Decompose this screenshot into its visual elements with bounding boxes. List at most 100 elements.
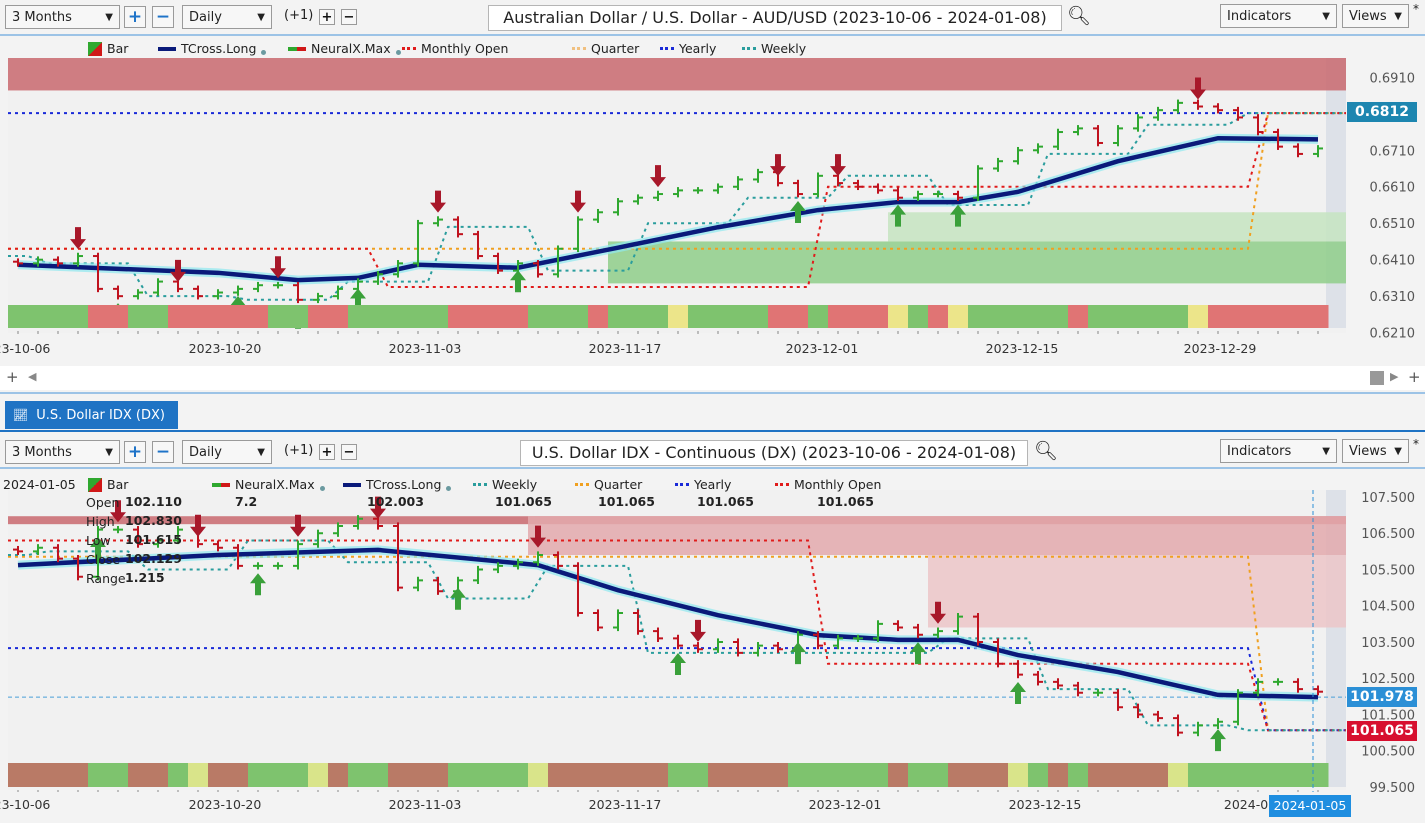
- chevron-down-icon: ▼: [1322, 445, 1330, 457]
- ohlc-label: Close: [86, 552, 121, 567]
- level-price-label: 101.065: [1347, 721, 1417, 741]
- zoom-in-button[interactable]: +: [124, 6, 146, 28]
- dash-swatch-icon: [660, 47, 674, 50]
- date-label: 2023-11-17: [588, 797, 662, 812]
- expand-icon[interactable]: +: [6, 368, 19, 386]
- settings-dot-icon[interactable]: [395, 50, 401, 55]
- scroll-thumb[interactable]: [1370, 371, 1384, 385]
- interval-select[interactable]: Daily ▼: [182, 440, 272, 464]
- settings-dot-icon[interactable]: [446, 486, 452, 491]
- legend-monthly: Monthly Open: [775, 477, 881, 492]
- regime-cell: [148, 305, 169, 328]
- price-tick: 0.6610: [1370, 181, 1416, 196]
- regime-cell: [228, 763, 249, 787]
- regime-cell: [748, 763, 769, 787]
- regime-cell: [48, 763, 69, 787]
- regime-cell: [248, 305, 269, 328]
- dash-swatch-icon: [675, 483, 689, 486]
- regime-cell: [708, 763, 729, 787]
- price-tick: 107.500: [1361, 491, 1415, 506]
- legend-tcross: TCross.Long: [343, 477, 452, 492]
- legend-label: Bar: [107, 477, 129, 492]
- price-tick: 105.500: [1361, 563, 1415, 578]
- regime-cell: [1228, 763, 1249, 787]
- regime-cell: [928, 763, 949, 787]
- zoom-out-button[interactable]: −: [152, 441, 174, 463]
- regime-cell: [348, 305, 369, 328]
- indicators-label: Indicators: [1227, 8, 1292, 24]
- regime-cell: [1028, 763, 1049, 787]
- offset-plus-button[interactable]: +: [319, 9, 335, 25]
- regime-cell: [728, 763, 749, 787]
- regime-cell: [448, 763, 469, 787]
- offset-plus-button[interactable]: +: [319, 444, 335, 460]
- zoom-in-button[interactable]: +: [124, 441, 146, 463]
- monthly-value: 101.065: [817, 494, 874, 509]
- symbol-title[interactable]: U.S. Dollar IDX - Continuous (DX) (2023-…: [520, 440, 1028, 466]
- horizontal-scrollbar[interactable]: + ◀ ▶ +: [0, 366, 1425, 390]
- regime-cell: [468, 763, 489, 787]
- price-tick: 0.6910: [1370, 71, 1416, 86]
- date-label: 2023-11-03: [388, 341, 462, 356]
- regime-cell: [1048, 763, 1069, 787]
- symbol-title[interactable]: Australian Dollar / U.S. Dollar - AUD/US…: [488, 5, 1062, 31]
- zoom-out-button[interactable]: −: [152, 6, 174, 28]
- settings-dot-icon[interactable]: [261, 50, 267, 55]
- regime-cell: [788, 305, 809, 328]
- regime-cell: [988, 763, 1009, 787]
- line-swatch-icon: [343, 482, 361, 487]
- regime-cell: [828, 305, 849, 328]
- views-dropdown[interactable]: Views ▼: [1342, 439, 1409, 463]
- legend-label: Quarter: [594, 477, 643, 492]
- date-label: 2023-12-01: [808, 797, 882, 812]
- regime-cell: [668, 763, 689, 787]
- settings-dot-icon[interactable]: [319, 486, 325, 491]
- regime-cell: [28, 305, 49, 328]
- regime-cell: [108, 305, 129, 328]
- pin-star[interactable]: *: [1413, 437, 1419, 451]
- range-select[interactable]: 3 Months ▼: [5, 440, 120, 464]
- audusd-chart[interactable]: 0.69100.68100.67100.66100.65100.64100.63…: [0, 58, 1425, 340]
- ohlc-label: Range: [86, 571, 126, 586]
- regime-cell: [688, 305, 709, 328]
- search-icon[interactable]: 🔍︎: [1067, 4, 1091, 27]
- regime-cell: [848, 305, 869, 328]
- regime-cell: [548, 305, 569, 328]
- interval-select[interactable]: Daily ▼: [182, 5, 272, 29]
- dx-chart[interactable]: 107.500 106.500 105.500 104.500 103.500 102.5…: [0, 490, 1425, 792]
- offset-minus-button[interactable]: −: [341, 9, 357, 25]
- offset-minus-button[interactable]: −: [341, 444, 357, 460]
- ohlc-label: High: [86, 514, 115, 529]
- regime-cell: [68, 763, 89, 787]
- chevron-down-icon: ▼: [1394, 10, 1402, 22]
- regime-cell: [1168, 305, 1189, 328]
- search-icon[interactable]: 🔍︎: [1034, 439, 1058, 462]
- regime-cell: [468, 305, 489, 328]
- regime-cell: [488, 763, 509, 787]
- regime-cell: [1068, 305, 1089, 328]
- tab-dx[interactable]: 📈︎ U.S. Dollar IDX (DX): [5, 401, 178, 429]
- cursor-date-label: 2024-01-05: [1269, 795, 1351, 817]
- price-tick: 104.500: [1361, 600, 1415, 615]
- regime-cell: [328, 305, 349, 328]
- indicators-dropdown[interactable]: Indicators ▼: [1220, 4, 1337, 28]
- price-tick: 103.500: [1361, 636, 1415, 651]
- dash-swatch-icon: [572, 47, 586, 50]
- ohlc-value: 102.129: [125, 551, 182, 566]
- pin-star[interactable]: *: [1413, 2, 1419, 16]
- legend-label: Bar: [107, 41, 129, 56]
- scroll-right-icon[interactable]: ▶: [1390, 370, 1398, 383]
- legend-label: Monthly Open: [421, 41, 509, 56]
- regime-cell: [1148, 305, 1169, 328]
- regime-cell: [348, 763, 369, 787]
- regime-cell: [1188, 305, 1209, 328]
- indicators-dropdown[interactable]: Indicators ▼: [1220, 439, 1337, 463]
- date-label: 2023-12-15: [985, 341, 1059, 356]
- regime-cell: [1088, 763, 1109, 787]
- regime-cell: [948, 305, 969, 328]
- regime-cell: [608, 305, 629, 328]
- scroll-left-icon[interactable]: ◀: [28, 370, 36, 383]
- range-select[interactable]: 3 Months ▼: [5, 5, 120, 29]
- views-dropdown[interactable]: Views ▼: [1342, 4, 1409, 28]
- expand-icon[interactable]: +: [1408, 368, 1421, 386]
